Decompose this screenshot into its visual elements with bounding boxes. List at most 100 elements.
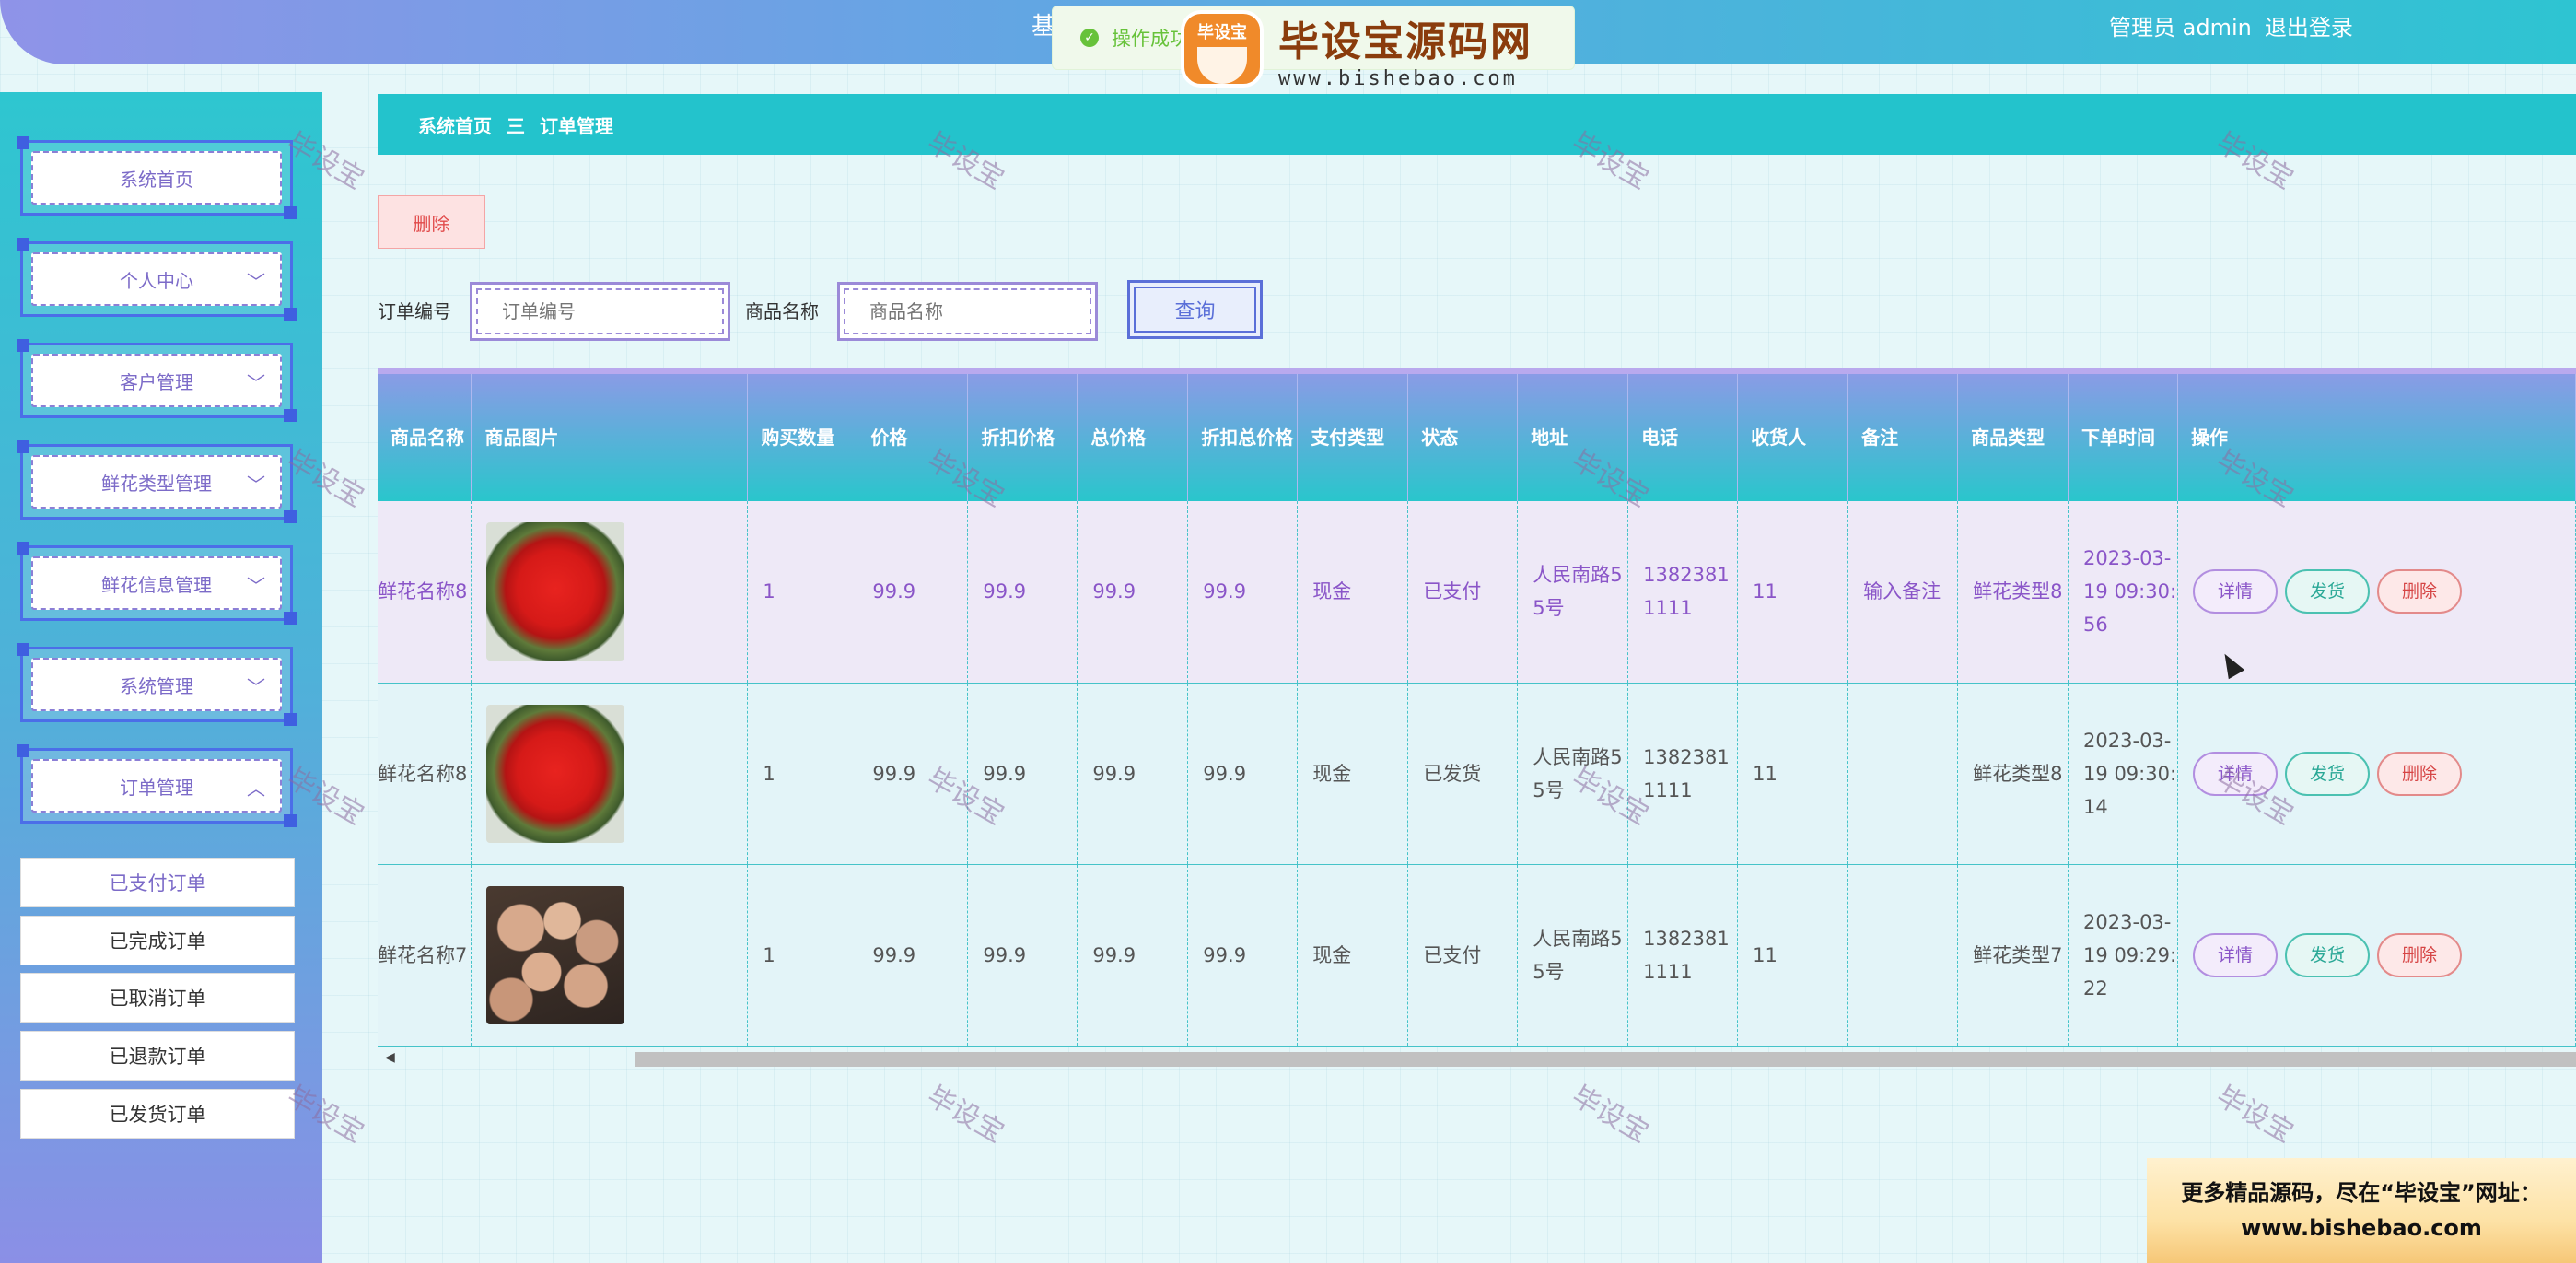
column-header: 下单时间 — [2068, 374, 2179, 501]
promo-line2: www.bishebao.com — [2241, 1215, 2482, 1241]
table-row: 鲜花名称8 1 99.9 99.9 99.9 99.9 现金 已发货 人民南路55号 138238… — [378, 683, 2576, 865]
user-label: 管理员 admin — [2109, 15, 2252, 41]
sidebar-item-label: 客户管理 — [120, 370, 193, 393]
sidebar-item-inner: 订单管理 — [31, 759, 282, 813]
horizontal-scrollbar[interactable]: ◀ — [378, 1048, 2576, 1070]
chevron-down-icon: ﹀ — [247, 676, 265, 698]
logo-name: 毕设宝源码网 — [1278, 18, 1533, 65]
product-image-cell — [471, 683, 749, 865]
logout-link[interactable]: 退出登录 — [2265, 9, 2353, 41]
detail-button[interactable]: 详情 — [2193, 932, 2279, 977]
detail-button[interactable]: 详情 — [2193, 751, 2279, 796]
column-header: 状态 — [1407, 374, 1519, 501]
submenu-item-2[interactable]: 已完成订单 — [20, 916, 295, 965]
cell-total: 99.9 — [1077, 864, 1189, 1047]
cell-remark — [1847, 683, 1959, 865]
column-header: 商品名称 — [378, 374, 472, 501]
cell-receiver: 11 — [1737, 864, 1849, 1047]
submenu-item-5[interactable]: 已发货订单 — [20, 1089, 295, 1139]
product-image — [486, 704, 625, 843]
corner-decor-icon — [284, 409, 297, 422]
cell-price: 99.9 — [857, 501, 969, 684]
ship-button[interactable]: 发货 — [2285, 751, 2371, 796]
cell-price: 99.9 — [857, 683, 969, 865]
cell-phone: 13823811111 — [1627, 864, 1739, 1047]
cell-time: 2023-03-19 09:30:14 — [2068, 683, 2179, 865]
column-header: 支付类型 — [1297, 374, 1409, 501]
cell-address: 人民南路55号 — [1517, 501, 1629, 684]
cell-status: 已发货 — [1407, 683, 1519, 865]
cell-discount-price: 99.9 — [967, 864, 1078, 1047]
column-header: 总价格 — [1077, 374, 1189, 501]
order-number-input[interactable] — [476, 288, 724, 334]
delete-row-button[interactable]: 删除 — [2377, 569, 2463, 614]
goods-name-field — [837, 282, 1098, 341]
submenu-item-4[interactable]: 已退款订单 — [20, 1031, 295, 1081]
cell-actions: 详情 发货 删除 — [2177, 501, 2576, 684]
sidebar-item-7[interactable]: 订单管理 ︿ — [17, 744, 297, 827]
order-number-field — [470, 282, 730, 341]
delete-row-button[interactable]: 删除 — [2377, 751, 2463, 796]
sidebar-item-label: 系统首页 — [120, 168, 193, 191]
cell-receiver: 11 — [1737, 501, 1849, 684]
check-circle-icon: ✓ — [1080, 29, 1099, 47]
query-button-label: 查询 — [1134, 287, 1256, 333]
corner-decor-icon — [17, 238, 29, 251]
cell-total: 99.9 — [1077, 683, 1189, 865]
ship-button[interactable]: 发货 — [2285, 932, 2371, 977]
submenu-item-1[interactable]: 已支付订单 — [20, 858, 295, 907]
cell-receiver: 11 — [1737, 683, 1849, 865]
detail-button[interactable]: 详情 — [2193, 569, 2279, 614]
cell-category: 鲜花类型8 — [1957, 683, 2069, 865]
chevron-down-icon: ﹀ — [247, 372, 265, 394]
sidebar-item-label: 鲜花类型管理 — [101, 472, 212, 495]
corner-decor-icon — [17, 136, 29, 149]
sidebar-item-4[interactable]: 鲜花类型管理 ﹀ — [17, 440, 297, 523]
scrollbar-thumb[interactable] — [635, 1052, 2576, 1067]
sidebar-item-5[interactable]: 鲜花信息管理 ﹀ — [17, 542, 297, 625]
sidebar-item-inner: 系统首页 — [31, 151, 282, 205]
column-header: 地址 — [1517, 374, 1629, 501]
cell-pay-type: 现金 — [1297, 501, 1409, 684]
chevron-down-icon: ﹀ — [247, 474, 265, 496]
goods-name-input[interactable] — [844, 288, 1091, 334]
cell-pay-type: 现金 — [1297, 683, 1409, 865]
delete-row-button[interactable]: 删除 — [2377, 932, 2463, 977]
sidebar-item-label: 订单管理 — [120, 776, 193, 799]
product-image — [486, 885, 625, 1024]
corner-decor-icon — [284, 814, 297, 827]
sidebar-item-2[interactable]: 个人中心 ﹀ — [17, 238, 297, 321]
query-button[interactable]: 查询 — [1127, 280, 1263, 339]
batch-delete-button[interactable]: 删除 — [378, 195, 485, 249]
product-image-cell — [471, 501, 749, 684]
product-image-cell — [471, 864, 749, 1047]
cell-discount-total: 99.9 — [1187, 683, 1299, 865]
sidebar-item-1[interactable]: 系统首页 — [17, 136, 297, 219]
cell-address: 人民南路55号 — [1517, 683, 1629, 865]
table-row: 鲜花名称8 1 99.9 99.9 99.9 99.9 现金 已支付 人民南路55号 138238… — [378, 501, 2576, 684]
breadcrumb-home[interactable]: 系统首页 — [418, 111, 492, 138]
sidebar-item-6[interactable]: 系统管理 ﹀ — [17, 643, 297, 726]
corner-decor-icon — [17, 440, 29, 453]
cell-time: 2023-03-19 09:30:56 — [2068, 501, 2179, 684]
cell-qty: 1 — [747, 864, 858, 1047]
sidebar-item-3[interactable]: 客户管理 ﹀ — [17, 339, 297, 422]
promo-banner: 更多精品源码，尽在“毕设宝”网址： www.bishebao.com — [2147, 1158, 2576, 1263]
cell-category: 鲜花类型7 — [1957, 864, 2069, 1047]
cell-remark — [1847, 864, 1959, 1047]
cell-discount-price: 99.9 — [967, 683, 1078, 865]
logo-face-icon — [1197, 47, 1247, 84]
logo-badge-icon: 毕设宝 — [1181, 10, 1264, 88]
corner-decor-icon — [284, 510, 297, 523]
promo-line1: 更多精品源码，尽在“毕设宝”网址： — [2181, 1180, 2542, 1206]
submenu-item-3[interactable]: 已取消订单 — [20, 973, 295, 1023]
cell-status: 已支付 — [1407, 501, 1519, 684]
corner-decor-icon — [284, 206, 297, 219]
scroll-left-icon[interactable]: ◀ — [385, 1050, 395, 1065]
breadcrumb: 系统首页 三 订单管理 — [378, 94, 2576, 155]
ship-button[interactable]: 发货 — [2285, 569, 2371, 614]
sidebar-item-label: 个人中心 — [120, 269, 193, 292]
column-header: 折扣总价格 — [1187, 374, 1299, 501]
cell-address: 人民南路55号 — [1517, 864, 1629, 1047]
corner-decor-icon — [284, 308, 297, 321]
